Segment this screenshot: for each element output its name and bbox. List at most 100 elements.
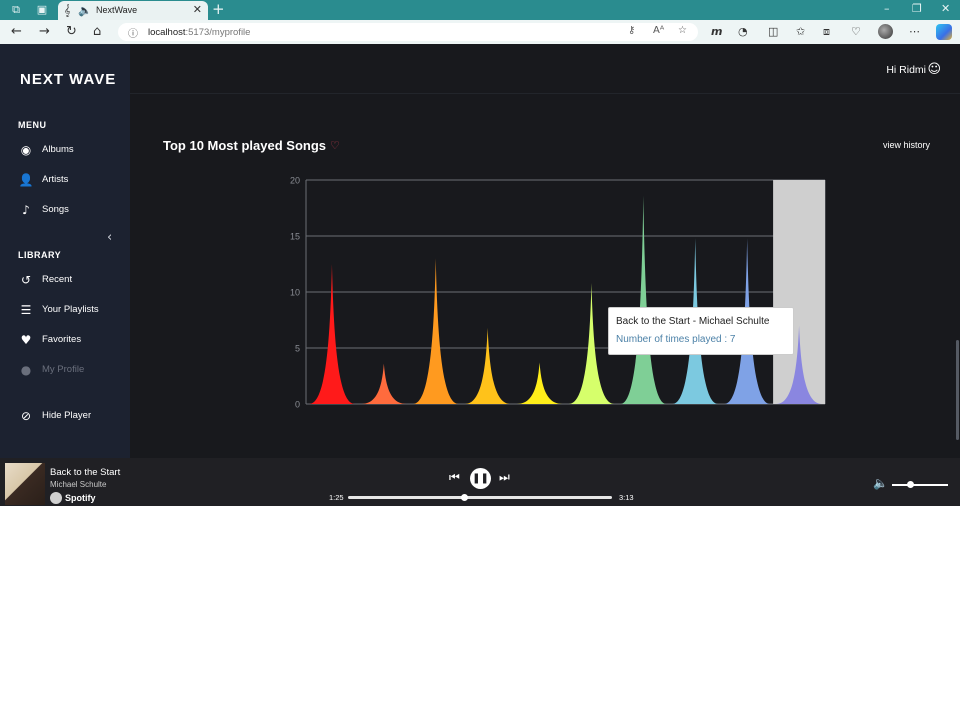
browser-window: ⧉ ▣ 𝄞 🔈 NextWave ✕ + – ❐ ✕ ← → ↻ ⌂ ⓘ loc… — [0, 0, 960, 506]
album-disc-icon: ◉ — [20, 143, 32, 157]
sidebar-item-songs[interactable]: ♪ Songs — [18, 202, 128, 218]
progress-knob[interactable] — [461, 494, 469, 501]
site-info-icon[interactable]: ⓘ — [128, 25, 138, 40]
user-greeting: Hi Ridmi — [886, 64, 926, 76]
song-title: Back to the Start — [50, 467, 121, 478]
sidebar-item-my-profile[interactable]: ● My Profile — [18, 362, 128, 378]
sidebar-item-favorites[interactable]: ♥ Favorites — [18, 332, 128, 348]
hide-player-label: Hide Player — [42, 410, 92, 421]
y-tick-label: 20 — [290, 176, 300, 186]
home-icon[interactable]: ⌂ — [93, 24, 101, 40]
browser-tab[interactable]: 𝄞 🔈 NextWave ✕ — [58, 1, 208, 20]
y-tick-label: 10 — [290, 288, 300, 298]
sidebar: NEXT WAVE MENU ◉ Albums 👤 Artists ♪ Song… — [0, 44, 130, 458]
album-art — [5, 463, 45, 505]
chart-spike-5[interactable] — [516, 362, 563, 404]
close-tab-icon[interactable]: ✕ — [193, 3, 202, 16]
music-note-icon: ♪ — [22, 203, 30, 217]
sidebar-item-label: Artists — [42, 174, 69, 185]
chart-spike-2[interactable] — [361, 363, 407, 404]
tooltip-title: Back to the Start - Michael Schulte — [616, 316, 770, 327]
volume-icon[interactable]: 🔈 — [873, 476, 888, 490]
minimize-icon[interactable]: – — [884, 2, 890, 15]
chart-spike-4[interactable] — [464, 327, 511, 404]
chart-spike-3[interactable] — [412, 258, 459, 405]
current-time: 1:25 — [329, 493, 344, 502]
refresh-icon[interactable]: ↻ — [66, 24, 77, 40]
back-icon[interactable]: ← — [11, 24, 22, 40]
browser-tab-bar: ⧉ ▣ 𝄞 🔈 NextWave ✕ + – ❐ ✕ — [0, 0, 960, 20]
restore-icon[interactable]: ❐ — [912, 2, 922, 15]
main-content: Hi Ridmi ☺ Top 10 Most played Songs ♡ vi… — [130, 44, 960, 458]
header-divider — [130, 93, 960, 94]
extension-m-icon[interactable]: m — [711, 24, 722, 40]
tooltip-value: Number of times played : 7 — [616, 334, 736, 345]
view-history-link[interactable]: view history — [883, 140, 930, 150]
profile-icon: ● — [20, 363, 32, 377]
sidebar-item-playlists[interactable]: ☰ Your Playlists — [18, 302, 128, 318]
spotify-icon — [50, 492, 62, 504]
sidebar-item-recent[interactable]: ↺ Recent — [18, 272, 128, 288]
favorites-icon[interactable]: ✩ — [796, 24, 805, 40]
previous-track-icon[interactable]: ⏮ — [449, 470, 460, 484]
more-menu-icon[interactable]: ⋯ — [909, 24, 920, 40]
section-title: Top 10 Most played Songs — [163, 138, 327, 153]
collections-icon[interactable]: ⧈ — [823, 24, 830, 40]
library-heading: LIBRARY — [18, 250, 62, 260]
key-icon[interactable]: ⚷ — [628, 25, 635, 36]
address-bar: ← → ↻ ⌂ ⓘ localhost:5173/myprofile ⚷ Aᴬ … — [0, 20, 960, 44]
sidebar-item-artists[interactable]: 👤 Artists — [18, 172, 128, 188]
url-field[interactable]: ⓘ localhost:5173/myprofile ⚷ Aᴬ ☆ — [118, 23, 698, 41]
volume-knob[interactable] — [906, 481, 914, 488]
chart-spike-7[interactable] — [620, 195, 667, 404]
scrollbar-thumb[interactable] — [956, 340, 959, 440]
read-aloud-icon[interactable]: Aᴬ — [653, 25, 664, 36]
app-logo[interactable]: NEXT WAVE — [20, 71, 116, 88]
browser-essentials-icon[interactable]: ♡ — [851, 24, 861, 40]
sidebar-item-label: My Profile — [42, 364, 85, 375]
heart-icon: ♥ — [20, 333, 32, 347]
sidebar-item-label: Albums — [42, 144, 74, 155]
heart-outline-icon: ♡ — [330, 139, 340, 152]
menu-heading: MENU — [18, 120, 47, 130]
source-label[interactable]: Spotify — [65, 493, 96, 503]
progress-bar[interactable] — [348, 494, 612, 501]
sidebar-item-label: Recent — [42, 274, 73, 285]
person-icon: 👤 — [18, 173, 34, 187]
music-player: Back to the Start Michael Schulte Spotif… — [0, 458, 960, 506]
split-screen-icon[interactable]: ◫ — [768, 24, 778, 40]
most-played-chart: 0 5 10 15 20 — [290, 176, 826, 410]
playlist-icon: ☰ — [20, 303, 32, 317]
pause-button[interactable]: ❚❚ — [470, 468, 491, 489]
sidebar-item-albums[interactable]: ◉ Albums — [18, 142, 128, 158]
workspaces-icon[interactable]: ⧉ — [9, 3, 23, 17]
y-tick-label: 5 — [295, 344, 300, 354]
song-artist: Michael Schulte — [50, 480, 107, 489]
eye-off-icon: ⊘ — [20, 409, 32, 423]
collapse-sidebar-icon[interactable]: ‹ — [107, 230, 112, 245]
sidebar-item-label: Songs — [42, 204, 69, 215]
favorite-star-icon[interactable]: ☆ — [678, 25, 687, 36]
new-tab-icon[interactable]: + — [212, 1, 225, 18]
y-tick-label: 0 — [295, 400, 300, 410]
tab-title: NextWave — [96, 5, 138, 15]
forward-icon[interactable]: → — [39, 24, 50, 40]
hide-player-button[interactable]: ⊘ Hide Player — [18, 408, 128, 424]
close-window-icon[interactable]: ✕ — [941, 2, 950, 15]
favicon-icon: 𝄞 — [64, 4, 71, 17]
smiley-icon[interactable]: ☺ — [927, 62, 941, 77]
browser-profile-avatar[interactable] — [878, 24, 893, 39]
copilot-icon[interactable] — [936, 24, 952, 40]
sidebar-item-label: Favorites — [42, 334, 82, 345]
tab-actions-icon[interactable]: ▣ — [35, 3, 49, 17]
extension-icon[interactable]: ◔ — [738, 24, 748, 40]
volume-slider[interactable] — [892, 481, 948, 488]
url-text: localhost:5173/myprofile — [148, 27, 251, 38]
next-track-icon[interactable]: ⏭ — [499, 470, 510, 484]
y-tick-label: 15 — [290, 232, 300, 242]
speaker-icon[interactable]: 🔈 — [78, 4, 92, 17]
chart-tooltip: Back to the Start - Michael Schulte Numb… — [608, 307, 794, 355]
chart-spike-1[interactable] — [309, 264, 355, 404]
sidebar-item-label: Your Playlists — [42, 304, 99, 315]
history-icon: ↺ — [20, 273, 32, 287]
